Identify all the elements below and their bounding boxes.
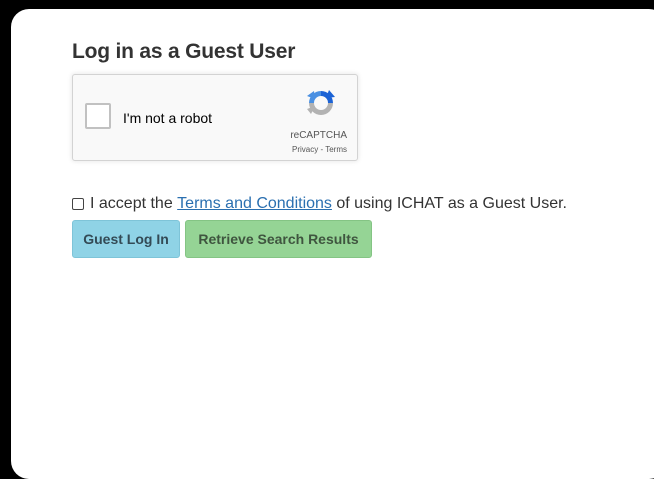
terms-acceptance: I accept the Terms and Conditions of usi… — [72, 195, 567, 213]
recaptcha-label: I'm not a robot — [123, 110, 213, 126]
guest-login-panel: Log in as a Guest User I'm not a robot r… — [11, 9, 654, 479]
terms-checkbox[interactable] — [72, 198, 84, 210]
recaptcha-brand: reCAPTCHA — [290, 130, 347, 141]
recaptcha-logo-icon — [307, 90, 335, 115]
page-title: Log in as a Guest User — [72, 40, 296, 63]
recaptcha-links: Privacy - Terms — [292, 145, 347, 154]
recaptcha-privacy-link[interactable]: Privacy — [292, 145, 318, 154]
recaptcha-terms-link[interactable]: Terms — [325, 145, 347, 154]
recaptcha-widget: I'm not a robot reCAPTCHA Privacy - Term… — [72, 74, 358, 161]
terms-suffix: of using ICHAT as a Guest User. — [331, 195, 567, 212]
guest-login-button[interactable]: Guest Log In — [72, 220, 180, 258]
recaptcha-checkbox[interactable] — [85, 103, 111, 129]
retrieve-search-results-button[interactable]: Retrieve Search Results — [185, 220, 372, 258]
terms-and-conditions-link[interactable]: Terms and Conditions — [177, 195, 332, 213]
terms-prefix: I accept the — [90, 195, 178, 212]
